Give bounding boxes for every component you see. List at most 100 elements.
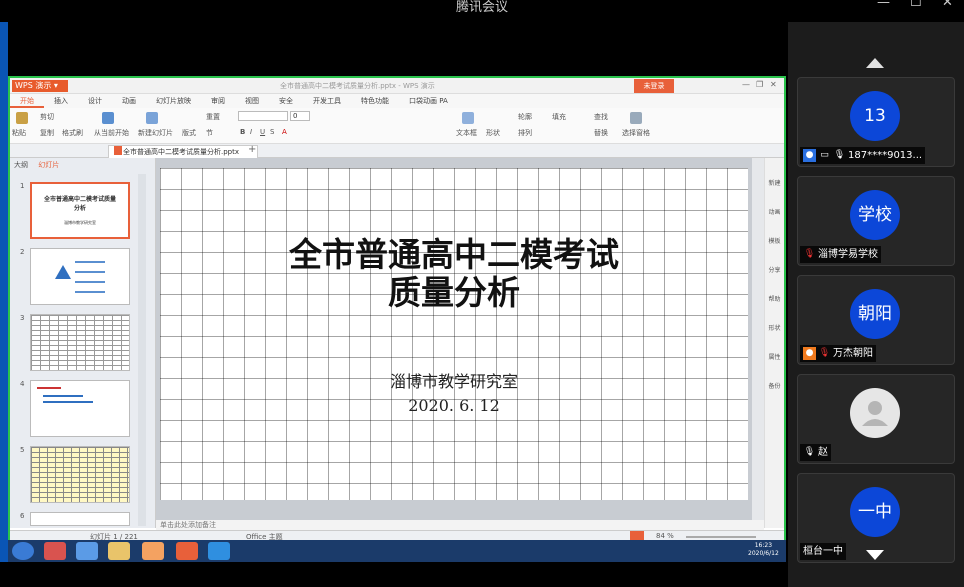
taskbar-app-icon[interactable] bbox=[76, 542, 98, 560]
italic-icon[interactable]: I bbox=[250, 128, 252, 136]
bold-icon[interactable]: B bbox=[240, 128, 245, 136]
menu-security[interactable]: 安全 bbox=[269, 94, 303, 108]
menu-start[interactable]: 开始 bbox=[10, 94, 44, 108]
wps-restore-icon[interactable]: ❐ bbox=[756, 80, 763, 89]
new-tab-icon[interactable]: + bbox=[248, 144, 256, 155]
new-slide-icon[interactable] bbox=[146, 112, 158, 124]
slide-thumbnail-6[interactable] bbox=[30, 512, 130, 526]
side-tool[interactable]: 形状 bbox=[765, 323, 784, 332]
tab-slides[interactable]: 幻灯片 bbox=[34, 161, 63, 169]
participant-nameplate: 桓台一中 bbox=[800, 543, 846, 560]
menu-design[interactable]: 设计 bbox=[78, 94, 112, 108]
slide-thumbnail-1[interactable]: 全市普通高中二模考试质量分析 淄博市教学研究室 bbox=[30, 182, 130, 239]
scroll-down-icon[interactable] bbox=[866, 550, 884, 560]
wps-app-menu[interactable]: WPS 演示 ▾ bbox=[12, 80, 68, 92]
tencent-meeting-taskbar-icon[interactable] bbox=[208, 542, 230, 560]
wps-minimize-icon[interactable]: — bbox=[742, 80, 750, 89]
maximize-icon[interactable]: ☐ bbox=[910, 0, 922, 10]
find-button[interactable]: 查找 bbox=[594, 112, 608, 122]
menu-devtools[interactable]: 开发工具 bbox=[303, 94, 351, 108]
menu-animation[interactable]: 动画 bbox=[112, 94, 146, 108]
menu-slideshow[interactable]: 幻灯片放映 bbox=[146, 94, 201, 108]
participant-tile[interactable]: 13 ● ▭ 🎙 187****9013... bbox=[797, 77, 955, 167]
triangle-graphic bbox=[55, 265, 71, 279]
slide-thumbnail-5[interactable] bbox=[30, 446, 130, 503]
new-slide-button[interactable]: 新建幻灯片 bbox=[138, 128, 173, 138]
participant-tile[interactable]: 🎙 赵 bbox=[797, 374, 955, 464]
desktop-edge bbox=[0, 22, 8, 562]
side-tool[interactable]: 分享 bbox=[765, 265, 784, 274]
slide-scrollbar[interactable] bbox=[752, 158, 764, 520]
slideshow-icon[interactable] bbox=[102, 112, 114, 124]
menu-pocket-animation[interactable]: 口袋动画 PA bbox=[399, 94, 458, 108]
avatar: 13 bbox=[850, 91, 900, 141]
outline-button[interactable]: 轮廓 bbox=[518, 112, 532, 122]
menu-view[interactable]: 视图 bbox=[235, 94, 269, 108]
textbox-button[interactable]: 文本框 bbox=[456, 128, 477, 138]
font-color-icon[interactable]: A bbox=[282, 128, 287, 136]
taskbar-app-icon[interactable] bbox=[44, 542, 66, 560]
close-icon[interactable]: ✕ bbox=[942, 0, 953, 10]
right-task-pane: 新建 动画 模板 分享 帮助 形状 属性 备份 bbox=[764, 158, 784, 528]
cut-button[interactable]: 剪切 bbox=[40, 112, 54, 122]
paste-icon[interactable] bbox=[16, 112, 28, 124]
underline-icon[interactable]: U bbox=[260, 128, 265, 136]
browser-icon[interactable] bbox=[142, 542, 164, 560]
zoom-slider[interactable] bbox=[686, 536, 756, 538]
layout-button[interactable]: 版式 bbox=[182, 128, 196, 138]
slide-thumbnail-2[interactable] bbox=[30, 248, 130, 305]
folder-icon[interactable] bbox=[108, 542, 130, 560]
reset-button[interactable]: 重置 bbox=[206, 112, 220, 122]
strike-icon[interactable]: S bbox=[270, 128, 274, 136]
paste-button[interactable]: 粘贴 bbox=[12, 128, 26, 138]
wps-doc-tabbar: 全市普通高中二模考试质量分析.pptx + bbox=[10, 144, 784, 158]
side-tool[interactable]: 备份 bbox=[765, 381, 784, 390]
thumbnail-scrollbar[interactable] bbox=[138, 174, 146, 526]
participant-tile[interactable]: 学校 🎙 淄博学易学校 bbox=[797, 176, 955, 266]
wps-close-icon[interactable]: ✕ bbox=[770, 80, 777, 89]
taskbar-clock: 16:23 2020/6/12 bbox=[748, 542, 779, 557]
font-size-select[interactable]: 0 bbox=[290, 111, 310, 121]
doc-tab[interactable]: 全市普通高中二模考试质量分析.pptx bbox=[108, 145, 258, 158]
minimize-icon[interactable]: — bbox=[877, 0, 890, 10]
replace-button[interactable]: 替换 bbox=[594, 128, 608, 138]
font-name-select[interactable] bbox=[238, 111, 288, 121]
menu-review[interactable]: 审阅 bbox=[201, 94, 235, 108]
tab-outline[interactable]: 大纲 bbox=[10, 161, 32, 169]
participant-tile[interactable]: 朝阳 ● 🎙 万杰朝阳 bbox=[797, 275, 955, 365]
windows-taskbar: 16:23 2020/6/12 bbox=[8, 540, 786, 562]
start-icon[interactable] bbox=[12, 542, 34, 560]
copy-button[interactable]: 复制 bbox=[40, 128, 54, 138]
scroll-up-icon[interactable] bbox=[866, 58, 884, 68]
menu-features[interactable]: 特色功能 bbox=[351, 94, 399, 108]
meeting-titlebar: 腾讯会议 — ☐ ✕ bbox=[0, 0, 964, 22]
slide-thumbnail-3[interactable] bbox=[30, 314, 130, 371]
side-tool[interactable]: 属性 bbox=[765, 352, 784, 361]
notes-area[interactable]: 单击此处添加备注 bbox=[156, 520, 764, 530]
pptx-file-icon bbox=[114, 146, 122, 155]
section-button[interactable]: 节 bbox=[206, 128, 213, 138]
menu-insert[interactable]: 插入 bbox=[44, 94, 78, 108]
avatar: 朝阳 bbox=[850, 289, 900, 339]
side-tool[interactable]: 帮助 bbox=[765, 294, 784, 303]
side-tool[interactable]: 新建 bbox=[765, 178, 784, 187]
slide-thumbnail-4[interactable] bbox=[30, 380, 130, 437]
wps-ribbon: 粘贴 剪切 复制 格式刷 从当前开始 新建幻灯片 版式 节 重置 0 B I U… bbox=[10, 108, 784, 144]
shape-button[interactable]: 形状 bbox=[486, 128, 500, 138]
select-pane-button[interactable]: 选择窗格 bbox=[622, 128, 650, 138]
format-painter-button[interactable]: 格式刷 bbox=[62, 128, 83, 138]
login-button[interactable]: 未登录 bbox=[634, 79, 674, 93]
wps-taskbar-icon[interactable] bbox=[176, 542, 198, 560]
fill-button[interactable]: 填充 bbox=[552, 112, 566, 122]
from-current-button[interactable]: 从当前开始 bbox=[94, 128, 129, 138]
zoom-level: 84 % bbox=[656, 532, 674, 540]
participant-name: 桓台一中 bbox=[803, 546, 843, 557]
side-tool[interactable]: 动画 bbox=[765, 207, 784, 216]
textbox-icon[interactable] bbox=[462, 112, 474, 124]
current-slide[interactable]: 全市普通高中二模考试 质量分析 淄博市教学研究室 2020. 6. 12 bbox=[160, 168, 748, 500]
side-tool[interactable]: 模板 bbox=[765, 236, 784, 245]
mic-muted-icon: 🎙 bbox=[803, 249, 816, 259]
select-pane-icon[interactable] bbox=[630, 112, 642, 124]
mic-muted-icon: 🎙 bbox=[818, 348, 831, 358]
arrange-button[interactable]: 排列 bbox=[518, 128, 532, 138]
